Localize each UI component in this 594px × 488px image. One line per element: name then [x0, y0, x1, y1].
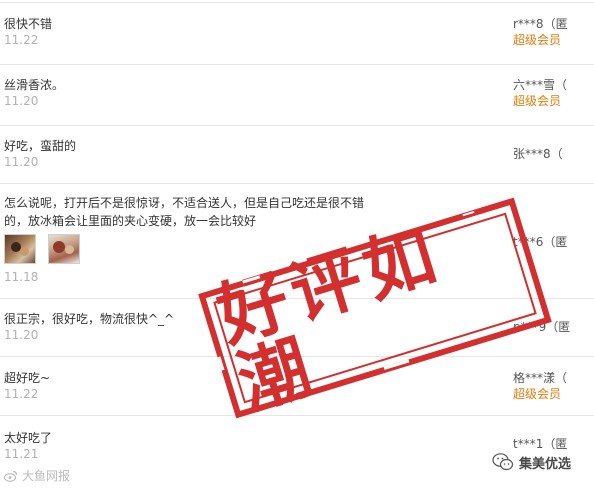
- review-date: 11.20: [4, 94, 39, 108]
- watermark-right: 集美优选: [492, 452, 571, 472]
- review-text: 好吃，蛮甜的: [4, 139, 77, 153]
- reviewer-name[interactable]: 格***漾（: [513, 370, 593, 386]
- review-row: 很快不错 11.22 r***8（匿 超级会员: [0, 3, 594, 65]
- member-level: 超级会员: [513, 33, 562, 47]
- review-row: 好吃，蛮甜的 11.20 张***8（: [0, 126, 594, 184]
- member-level: 超级会员: [513, 387, 562, 401]
- review-date: 11.21: [4, 447, 39, 461]
- reviewer-name[interactable]: t***1（匿: [513, 436, 593, 452]
- review-date: 11.22: [4, 33, 39, 47]
- weibo-icon: [4, 470, 18, 482]
- reviewer-name[interactable]: r***8（匿: [513, 16, 593, 32]
- watermark-right-text: 集美优选: [519, 456, 572, 472]
- review-text: 太好吃了: [4, 431, 53, 445]
- review-text: 怎么说呢，打开后不是很惊讶，不适合送人，但是自己吃还是很不错的，放冰箱会让里面的…: [4, 196, 365, 228]
- review-text: 很快不错: [4, 17, 53, 31]
- reviewer-name[interactable]: 六***雪（: [513, 77, 593, 93]
- reviewer-name[interactable]: 张***8（: [513, 146, 593, 162]
- review-photo[interactable]: [48, 234, 80, 264]
- review-text: 丝滑香浓。: [4, 78, 65, 92]
- review-date: 11.20: [4, 155, 39, 169]
- review-row: 丝滑香浓。 11.20 六***雪（ 超级会员: [0, 65, 594, 126]
- review-photo[interactable]: [4, 234, 36, 264]
- member-level: 超级会员: [513, 94, 562, 108]
- watermark-left: 大鱼网报: [4, 467, 70, 484]
- wechat-icon: [492, 453, 514, 471]
- watermark-left-text: 大鱼网报: [22, 469, 71, 483]
